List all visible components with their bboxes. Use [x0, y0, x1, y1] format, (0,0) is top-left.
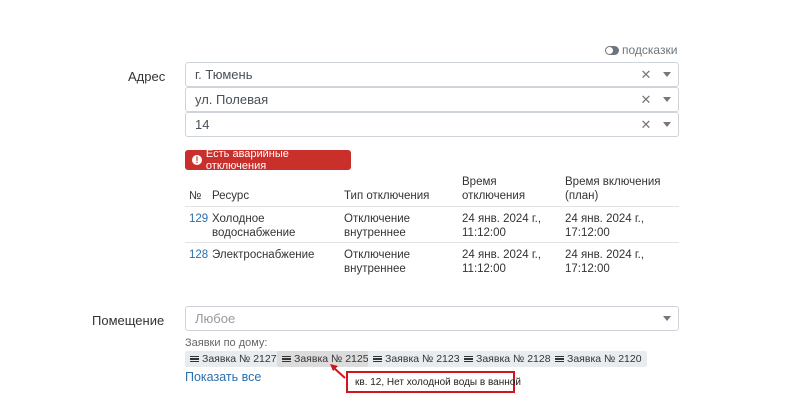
outage-type: Отключение внутреннее — [344, 249, 411, 275]
room-select[interactable]: Любое — [185, 306, 679, 331]
request-tag[interactable]: Заявка № 2128 — [459, 351, 556, 367]
request-tooltip-text: кв. 12, Нет холодной воды в ванной — [355, 376, 521, 388]
clear-icon[interactable]: ✕ — [636, 67, 656, 83]
clear-icon[interactable]: ✕ — [636, 117, 656, 133]
emergency-outages-label: Есть аварийные отключения — [205, 148, 289, 172]
chevron-down-icon[interactable] — [656, 97, 678, 102]
outage-resource: Холодное водоснабжение — [212, 213, 296, 239]
col-on-time: Время включения (план) — [565, 176, 661, 202]
request-tooltip: кв. 12, Нет холодной воды в ванной — [346, 371, 521, 393]
street-select[interactable]: ул. Полевая ✕ — [185, 87, 679, 112]
request-tag[interactable]: Заявка № 2127 — [185, 351, 282, 367]
exclamation-icon: ! — [192, 155, 202, 165]
chevron-down-icon[interactable] — [656, 72, 678, 77]
show-all-link[interactable]: Показать все — [185, 370, 261, 384]
outage-on-time: 24 янв. 2024 г., 17:12:00 — [565, 213, 645, 239]
outage-off-time: 24 янв. 2024 г., 11:12:00 — [462, 213, 542, 239]
col-num: № — [189, 190, 202, 202]
clear-icon[interactable]: ✕ — [636, 92, 656, 108]
request-tag-label: Заявка № 2127 — [202, 353, 277, 365]
outage-num-link[interactable]: 129 — [189, 212, 208, 226]
outage-num-link[interactable]: 128 — [189, 248, 208, 262]
request-tag-label: Заявка № 2120 — [567, 353, 642, 365]
col-resource: Ресурс — [212, 190, 250, 202]
requests-label: Заявки по дому: — [185, 337, 268, 349]
outage-off-time: 24 янв. 2024 г., 11:12:00 — [462, 249, 542, 275]
col-type: Тип отключения — [344, 190, 430, 202]
request-tag-label: Заявка № 2125 — [294, 353, 369, 365]
outage-on-time: 24 янв. 2024 г., 17:12:00 — [565, 249, 645, 275]
city-value: г. Тюмень — [195, 67, 253, 82]
list-icon — [555, 355, 564, 363]
request-tag-label: Заявка № 2128 — [476, 353, 551, 365]
hints-toggle[interactable]: подсказки — [605, 43, 677, 57]
outage-type: Отключение внутреннее — [344, 213, 411, 239]
street-value: ул. Полевая — [195, 92, 269, 107]
request-tag[interactable]: Заявка № 2120 — [550, 351, 647, 367]
address-label: Адрес — [128, 69, 166, 84]
house-select[interactable]: 14 ✕ — [185, 112, 679, 137]
outage-resource: Электроснабжение — [212, 249, 315, 261]
col-off-time: Время отключения — [462, 176, 526, 202]
city-select[interactable]: г. Тюмень ✕ — [185, 62, 679, 87]
list-icon — [464, 355, 473, 363]
toggle-icon — [605, 45, 619, 55]
request-tag[interactable]: Заявка № 2125 — [277, 351, 374, 367]
chevron-down-icon[interactable] — [656, 122, 678, 127]
room-label: Помещение — [92, 313, 165, 328]
list-icon — [190, 355, 199, 363]
emergency-outages-button[interactable]: ! Есть аварийные отключения — [185, 148, 351, 172]
list-icon — [373, 355, 382, 363]
room-placeholder: Любое — [195, 311, 236, 326]
list-icon — [282, 355, 291, 363]
request-tag-label: Заявка № 2123 — [385, 353, 460, 365]
house-value: 14 — [195, 117, 210, 132]
hints-label: подсказки — [622, 43, 678, 57]
chevron-down-icon[interactable] — [656, 316, 678, 321]
request-tag[interactable]: Заявка № 2123 — [368, 351, 465, 367]
